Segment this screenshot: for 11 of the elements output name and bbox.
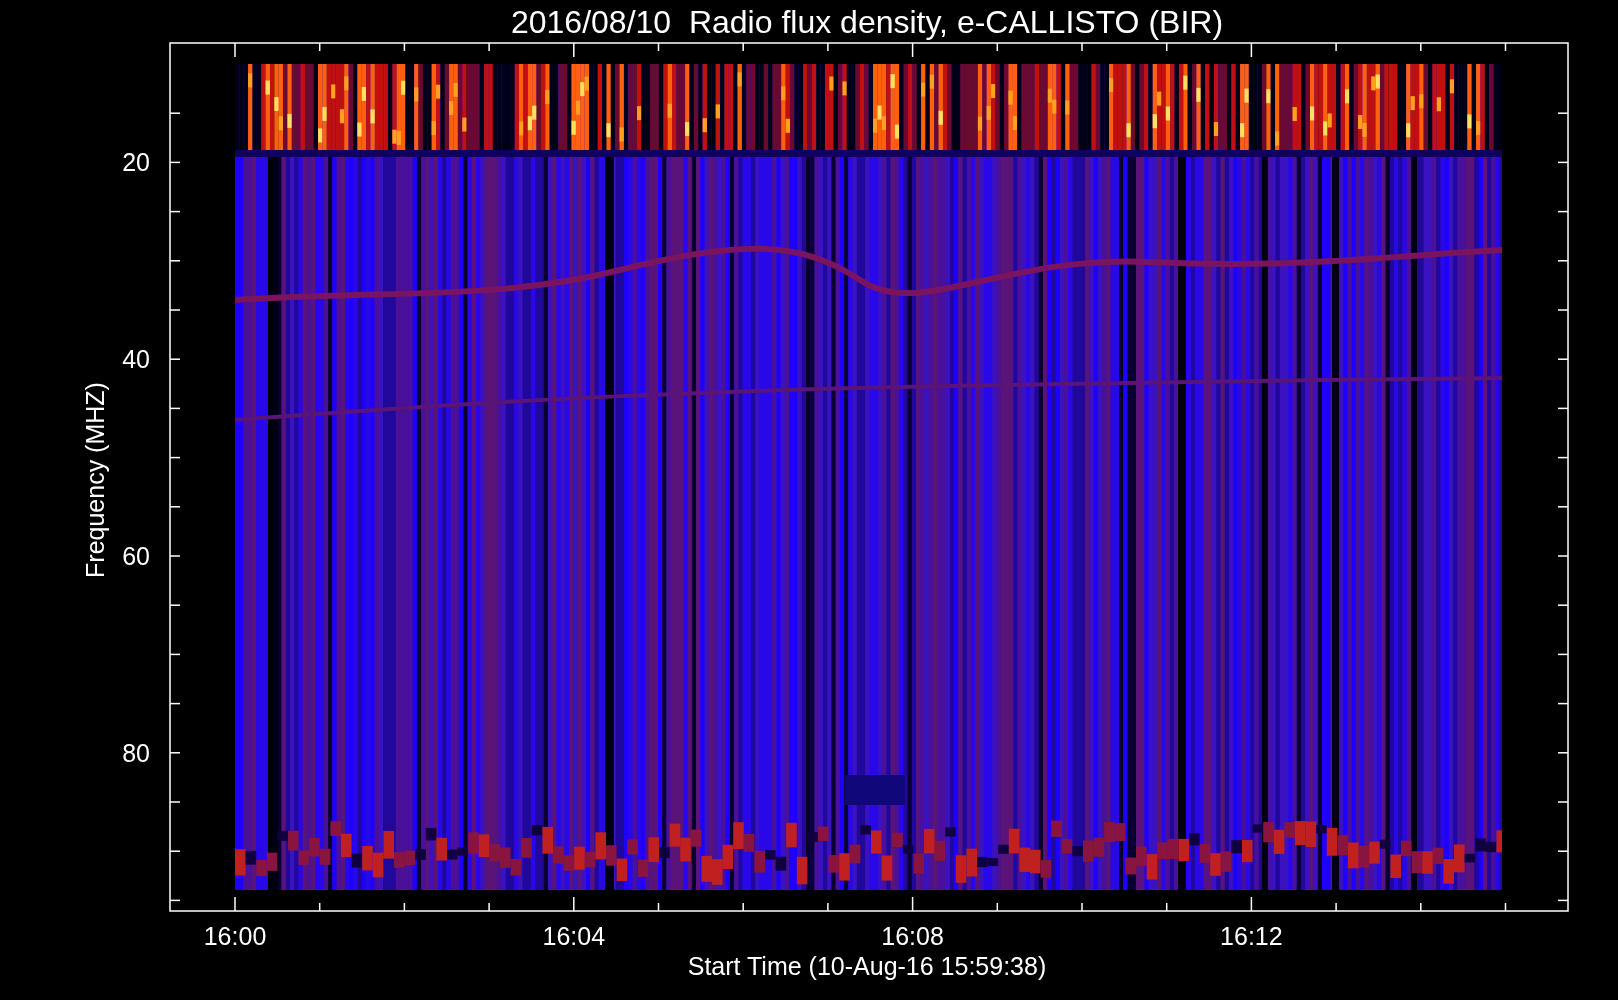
x-tick-label: 16:00: [203, 922, 267, 950]
y-tick-label: 80: [122, 738, 150, 767]
x-tick-label: 16:08: [881, 922, 944, 950]
y-axis-label: Frequency (MHZ): [81, 382, 109, 578]
x-axis-label: Start Time (10-Aug-16 15:59:38): [687, 952, 1047, 980]
y-tick-label: 20: [122, 148, 150, 177]
y-tick-label: 60: [122, 542, 150, 570]
x-tick-label: 16:12: [1220, 922, 1283, 950]
chart-title: 2016/08/10 Radio flux density, e-CALLISTO (BIR): [510, 4, 1224, 40]
x-tick-label: 16:04: [542, 922, 606, 950]
y-tick-label: 40: [122, 345, 150, 374]
